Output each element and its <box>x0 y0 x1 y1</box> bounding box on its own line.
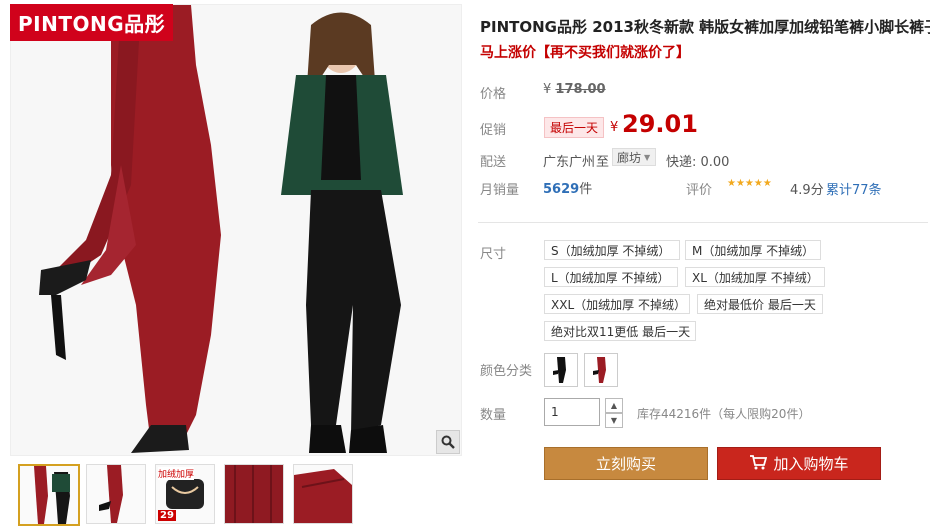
chevron-up-icon: ▲ <box>610 401 618 410</box>
thumbnail-tag: 加绒加厚 <box>158 467 195 480</box>
size-option-lowest-price[interactable]: 绝对最低价 最后一天 <box>697 294 823 314</box>
rating-stars: ★★★★★ <box>727 178 772 189</box>
thumbnail-5[interactable] <box>293 464 353 524</box>
color-swatch-black[interactable] <box>544 353 578 387</box>
thumbnail-3[interactable]: 加绒加厚 29 <box>155 464 215 524</box>
original-price: ¥ 178.00 <box>543 82 606 97</box>
monthly-sales-count: 5629 <box>543 182 580 197</box>
delivery-origin: 广东广州 <box>543 155 596 170</box>
quantity-input[interactable] <box>544 398 600 426</box>
chevron-down-icon: ▼ <box>610 416 618 425</box>
size-option-m[interactable]: M（加绒加厚 不掉绒） <box>685 240 821 260</box>
thumbnail-price: 29 <box>158 510 176 521</box>
size-option-xl[interactable]: XL（加绒加厚 不掉绒） <box>685 267 825 287</box>
buy-now-button[interactable]: 立刻购买 <box>544 447 708 480</box>
color-label: 颜色分类 <box>480 364 533 379</box>
thumbnail-2[interactable] <box>86 464 146 524</box>
rating-label: 评价 <box>686 183 713 198</box>
thumbnail-4[interactable] <box>224 464 284 524</box>
promo-price: 29.01 <box>622 110 698 138</box>
destination-select[interactable]: 廊坊 ▼ <box>612 148 656 166</box>
stock-info: 库存44216件（每人限购20件） <box>637 407 811 421</box>
magnifier-icon[interactable] <box>436 430 460 454</box>
size-option-l[interactable]: L（加绒加厚 不掉绒） <box>544 267 678 287</box>
buy-now-label: 立刻购买 <box>595 455 656 473</box>
cart-icon <box>749 454 768 474</box>
price-label: 价格 <box>480 87 507 102</box>
product-photo <box>39 5 403 453</box>
add-to-cart-label: 加入购物车 <box>773 455 849 473</box>
product-main-image[interactable] <box>10 4 462 456</box>
size-option-xxl[interactable]: XXL（加绒加厚 不掉绒） <box>544 294 690 314</box>
promo-currency: ¥ <box>610 120 619 135</box>
quantity-label: 数量 <box>480 408 507 423</box>
color-swatch-red[interactable] <box>584 353 618 387</box>
brand-logo: PINTONG品彤 <box>10 4 174 41</box>
delivery-to: 至 <box>596 155 610 170</box>
size-option-s[interactable]: S（加绒加厚 不掉绒） <box>544 240 680 260</box>
quantity-increase-button[interactable]: ▲ <box>605 398 623 413</box>
add-to-cart-button[interactable]: 加入购物车 <box>717 447 881 480</box>
quantity-decrease-button[interactable]: ▼ <box>605 413 623 428</box>
size-option-double11[interactable]: 绝对比双11更低 最后一天 <box>544 321 696 341</box>
destination-value: 廊坊 <box>617 150 642 165</box>
review-count-link[interactable]: 累计77条 <box>826 179 882 198</box>
original-price-value: 178.00 <box>555 82 606 97</box>
product-subtitle: 马上涨价【再不买我们就涨价了】 <box>480 45 690 61</box>
chevron-down-icon: ▼ <box>644 152 651 162</box>
monthly-sales-unit: 件 <box>579 182 593 197</box>
monthly-sales-label: 月销量 <box>480 183 520 198</box>
monthly-sales: 5629件 <box>543 178 592 197</box>
size-label: 尺寸 <box>480 247 507 262</box>
product-title: PINTONG品彤 2013秋冬新款 韩版女裤加厚加绒铅笔裤小脚长裤子潮 <box>480 18 930 36</box>
rating-score: 4.9分 <box>790 183 824 198</box>
currency-symbol: ¥ <box>543 82 552 97</box>
promo-tag: 最后一天 <box>544 117 605 138</box>
shipping-fee: 快递: 0.00 <box>666 155 730 170</box>
promo-label: 促销 <box>480 123 507 138</box>
delivery-label: 配送 <box>480 155 507 170</box>
thumbnail-1[interactable] <box>18 464 80 526</box>
divider <box>478 222 928 223</box>
